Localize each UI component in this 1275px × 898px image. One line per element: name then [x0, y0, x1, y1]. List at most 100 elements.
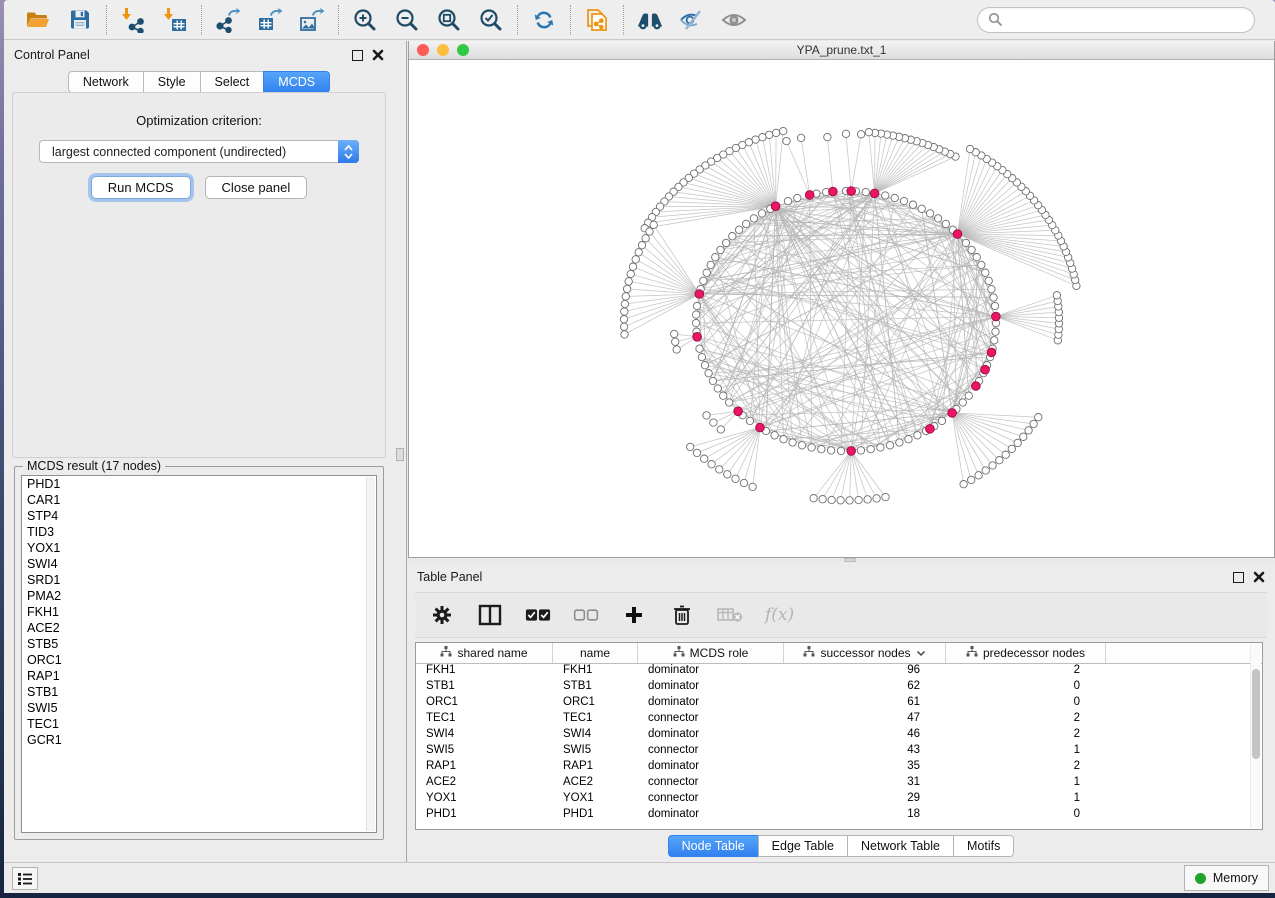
network-node[interactable]: [707, 261, 714, 268]
import-network-icon[interactable]: [119, 6, 147, 34]
network-node[interactable]: [896, 439, 903, 446]
network-node[interactable]: [828, 496, 835, 503]
mcds-result-item[interactable]: ORC1: [22, 652, 376, 668]
network-node[interactable]: [1014, 439, 1021, 446]
network-node[interactable]: [959, 399, 966, 406]
network-node[interactable]: [1030, 420, 1037, 427]
network-node[interactable]: [716, 466, 723, 473]
table-row[interactable]: STB1STB1dominator620: [416, 680, 1262, 696]
result-list-scrollbar[interactable]: [366, 477, 375, 831]
network-hub-node[interactable]: [987, 348, 996, 357]
network-node[interactable]: [693, 302, 700, 309]
network-node[interactable]: [798, 442, 805, 449]
network-node[interactable]: [975, 472, 982, 479]
table-scrollbar[interactable]: [1250, 644, 1261, 828]
network-node[interactable]: [891, 194, 898, 201]
network-node[interactable]: [703, 269, 710, 276]
network-node[interactable]: [696, 345, 703, 352]
mcds-result-item[interactable]: ACE2: [22, 620, 376, 636]
hide-selected-icon[interactable]: [678, 6, 706, 34]
network-node[interactable]: [671, 330, 678, 337]
network-node[interactable]: [623, 285, 630, 292]
mcds-result-item[interactable]: YOX1: [22, 540, 376, 556]
table-scrollbar-thumb[interactable]: [1252, 669, 1260, 759]
network-hub-node[interactable]: [992, 312, 1001, 321]
window-zoom-icon[interactable]: [457, 44, 469, 56]
network-node[interactable]: [705, 370, 712, 377]
network-node[interactable]: [632, 256, 639, 263]
network-hub-node[interactable]: [926, 425, 935, 434]
mcds-result-item[interactable]: PHD1: [22, 476, 376, 492]
tab-style[interactable]: Style: [143, 71, 200, 93]
network-node[interactable]: [992, 328, 999, 335]
network-node[interactable]: [991, 302, 998, 309]
network-hub-node[interactable]: [981, 365, 990, 374]
network-node[interactable]: [846, 497, 853, 504]
network-node[interactable]: [938, 417, 945, 424]
select-all-icon[interactable]: [525, 602, 551, 628]
network-node[interactable]: [703, 412, 710, 419]
table-row[interactable]: ACE2ACE2connector311: [416, 776, 1262, 792]
mcds-result-item[interactable]: PMA2: [22, 588, 376, 604]
network-node[interactable]: [629, 263, 636, 270]
network-node[interactable]: [865, 129, 872, 136]
mcds-result-item[interactable]: GCR1: [22, 732, 376, 748]
network-node[interactable]: [909, 201, 916, 208]
tab-network[interactable]: Network: [68, 71, 143, 93]
network-node[interactable]: [621, 300, 628, 307]
network-node[interactable]: [642, 235, 649, 242]
mcds-result-item[interactable]: TEC1: [22, 716, 376, 732]
network-hub-node[interactable]: [847, 447, 856, 456]
network-node[interactable]: [857, 447, 864, 454]
network-node[interactable]: [724, 471, 731, 478]
network-node[interactable]: [824, 133, 831, 140]
tab-network-table[interactable]: Network Table: [847, 835, 953, 857]
save-session-icon[interactable]: [66, 6, 94, 34]
network-node[interactable]: [692, 319, 699, 326]
table-settings-icon[interactable]: [429, 602, 455, 628]
mcds-result-item[interactable]: STP4: [22, 508, 376, 524]
import-table-icon[interactable]: [161, 6, 189, 34]
network-node[interactable]: [926, 210, 933, 217]
delete-column-icon[interactable]: [669, 602, 695, 628]
memory-button[interactable]: Memory: [1184, 865, 1269, 891]
network-node[interactable]: [714, 385, 721, 392]
network-hub-node[interactable]: [695, 290, 704, 299]
network-hub-node[interactable]: [805, 191, 814, 200]
network-node[interactable]: [864, 496, 871, 503]
network-node[interactable]: [772, 129, 779, 136]
network-node[interactable]: [991, 337, 998, 344]
network-node[interactable]: [1008, 445, 1015, 452]
network-node[interactable]: [918, 205, 925, 212]
run-mcds-button[interactable]: Run MCDS: [91, 176, 191, 199]
network-node[interactable]: [914, 432, 921, 439]
network-node[interactable]: [960, 481, 967, 488]
network-node[interactable]: [622, 293, 629, 300]
mcds-result-item[interactable]: SWI4: [22, 556, 376, 572]
network-node[interactable]: [717, 246, 724, 253]
mcds-result-item[interactable]: CAR1: [22, 492, 376, 508]
network-view[interactable]: [409, 60, 1274, 557]
close-panel-icon[interactable]: [372, 49, 384, 61]
network-node[interactable]: [749, 483, 756, 490]
network-node[interactable]: [625, 278, 632, 285]
network-node[interactable]: [837, 447, 844, 454]
tab-mcds[interactable]: MCDS: [263, 71, 330, 93]
network-node[interactable]: [620, 316, 627, 323]
apply-layout-icon[interactable]: [530, 6, 558, 34]
vertical-splitter-handle[interactable]: [396, 448, 404, 461]
network-node[interactable]: [900, 197, 907, 204]
network-node[interactable]: [966, 145, 973, 152]
network-node[interactable]: [729, 233, 736, 240]
network-hub-node[interactable]: [972, 382, 981, 391]
network-node[interactable]: [646, 228, 653, 235]
table-row[interactable]: SWI5SWI5connector431: [416, 744, 1262, 760]
column-header-successor-nodes[interactable]: successor nodes: [784, 643, 946, 663]
new-network-from-selection-icon[interactable]: [583, 6, 611, 34]
network-hub-node[interactable]: [756, 423, 765, 432]
network-node[interactable]: [808, 444, 815, 451]
network-node[interactable]: [771, 432, 778, 439]
window-minimize-icon[interactable]: [437, 44, 449, 56]
network-hub-node[interactable]: [870, 189, 879, 198]
network-node[interactable]: [700, 277, 707, 284]
